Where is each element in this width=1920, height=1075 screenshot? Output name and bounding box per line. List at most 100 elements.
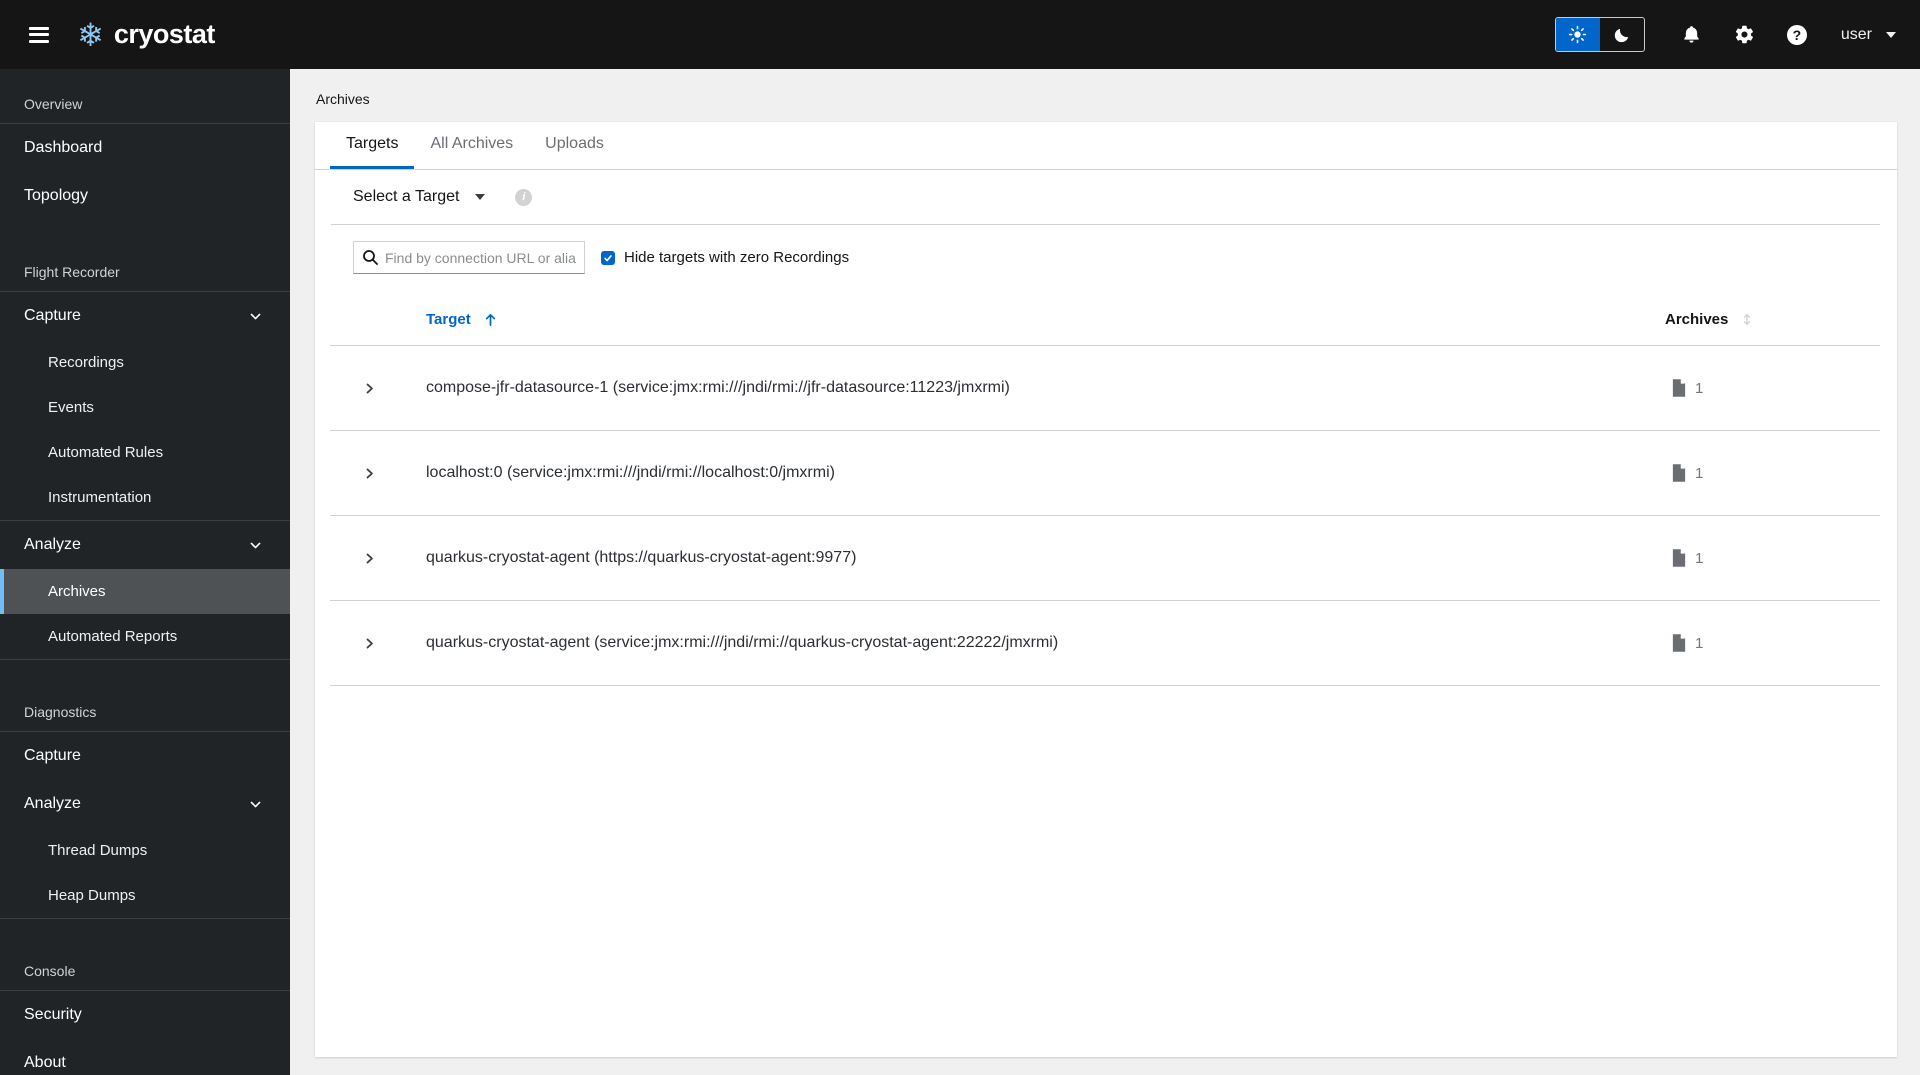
nav-item-label: Heap Dumps (48, 887, 136, 904)
nav-item-label: Thread Dumps (48, 842, 148, 859)
sort-ascending-icon (485, 313, 495, 326)
masthead-toolbar: ? user (1554, 17, 1896, 52)
table-row: compose-jfr-datasource-1 (service:jmx:rm… (330, 346, 1880, 431)
help-button[interactable]: ? (1785, 23, 1809, 47)
file-icon (1672, 464, 1686, 482)
sidebar-item-events[interactable]: Events (0, 385, 290, 430)
sidebar-item-archives[interactable]: Archives (0, 569, 290, 614)
caret-down-icon (1886, 31, 1896, 38)
nav-item-label: Capture (24, 747, 81, 764)
expand-row-button[interactable] (355, 459, 384, 488)
bell-icon (1684, 26, 1699, 43)
brand[interactable]: ❄ cryostat (77, 19, 215, 51)
target-select-toggle[interactable]: Select a Target (353, 188, 486, 206)
archives-card: Targets All Archives Uploads Select a Ta… (315, 122, 1897, 1057)
light-theme-button[interactable] (1555, 18, 1600, 51)
sidebar-item-diagnostics-capture[interactable]: Capture (0, 732, 290, 780)
sidebar-nav: Overview Dashboard Topology Flight Recor… (0, 69, 290, 1075)
nav-divider (0, 918, 290, 919)
target-cell: quarkus-cryostat-agent (https://quarkus-… (426, 549, 857, 566)
table-row: quarkus-cryostat-agent (https://quarkus-… (330, 516, 1880, 601)
nav-menu-toggle-button[interactable] (25, 17, 53, 52)
file-icon (1672, 549, 1686, 567)
search-box (353, 241, 585, 274)
toolbar: Hide targets with zero Recordings (315, 225, 1897, 290)
username-label: user (1840, 25, 1872, 43)
snowflake-logo-icon: ❄ (77, 15, 104, 54)
file-icon (1672, 634, 1686, 652)
sidebar-item-topology[interactable]: Topology (0, 172, 290, 220)
sidebar-group-analyze[interactable]: Analyze (0, 521, 290, 569)
sidebar-item-heap-dumps[interactable]: Heap Dumps (0, 873, 290, 918)
tab-uploads[interactable]: Uploads (529, 122, 620, 169)
sun-icon (1569, 25, 1587, 44)
nav-item-label: Archives (48, 583, 106, 600)
theme-toggle-group (1554, 17, 1645, 52)
sort-inactive-icon (1744, 313, 1751, 326)
sidebar-group-diagnostics-analyze[interactable]: Analyze (0, 780, 290, 828)
check-icon (604, 254, 612, 261)
info-icon[interactable]: i (515, 188, 533, 206)
nav-item-label: Analyze (24, 536, 81, 553)
archive-count: 1 (1695, 379, 1704, 397)
sidebar-item-dashboard[interactable]: Dashboard (0, 124, 290, 172)
sidebar-item-automated-rules[interactable]: Automated Rules (0, 430, 290, 475)
nav-item-label: Automated Reports (48, 628, 178, 645)
chevron-right-icon (366, 468, 373, 478)
sidebar-group-capture[interactable]: Capture (0, 292, 290, 340)
sidebar-item-security[interactable]: Security (0, 991, 290, 1039)
nav-item-label: Security (24, 1006, 82, 1023)
nav-section-console: Console (24, 963, 76, 979)
caret-down-icon (475, 194, 486, 200)
nav-item-label: Capture (24, 307, 81, 324)
sidebar-item-automated-reports[interactable]: Automated Reports (0, 614, 290, 659)
notifications-button[interactable] (1679, 22, 1704, 47)
archive-count: 1 (1695, 464, 1704, 482)
target-cell: localhost:0 (service:jmx:rmi:///jndi/rmi… (426, 464, 835, 481)
tab-targets[interactable]: Targets (330, 122, 415, 169)
hamburger-icon (29, 39, 49, 43)
table-row: localhost:0 (service:jmx:rmi:///jndi/rmi… (330, 431, 1880, 516)
brand-title: cryostat (113, 19, 216, 49)
search-input[interactable] (353, 241, 585, 274)
main-content: Archives Targets All Archives Uploads Se… (290, 69, 1920, 1075)
tab-all-archives[interactable]: All Archives (414, 122, 529, 169)
hide-targets-checkbox[interactable]: Hide targets with zero Recordings (601, 249, 849, 266)
sidebar-item-thread-dumps[interactable]: Thread Dumps (0, 828, 290, 873)
nav-section-flight-recorder: Flight Recorder (24, 264, 120, 280)
question-circle-icon: ? (1786, 24, 1807, 45)
column-header-archives[interactable]: Archives (1665, 311, 1754, 328)
chevron-right-icon (366, 383, 373, 393)
settings-button[interactable] (1732, 22, 1757, 47)
expand-row-button[interactable] (355, 629, 384, 658)
table-row: quarkus-cryostat-agent (service:jmx:rmi:… (330, 601, 1880, 686)
gear-icon (1735, 25, 1753, 44)
expand-row-button[interactable] (355, 374, 384, 403)
chevron-right-icon (366, 553, 373, 563)
chevron-down-icon (250, 313, 261, 319)
nav-item-label: Events (48, 399, 94, 416)
nav-item-label: About (24, 1054, 66, 1071)
hamburger-icon (29, 33, 49, 36)
masthead: ❄ cryostat ? user (0, 0, 1920, 69)
nav-section-diagnostics: Diagnostics (24, 704, 97, 720)
sidebar-item-instrumentation[interactable]: Instrumentation (0, 475, 290, 520)
target-cell: compose-jfr-datasource-1 (service:jmx:rm… (426, 379, 1010, 396)
moon-icon (1614, 28, 1629, 42)
table-header-row: Target Archives (330, 294, 1880, 346)
chevron-down-icon (250, 801, 261, 807)
expand-row-button[interactable] (355, 544, 384, 573)
search-icon (363, 250, 378, 265)
breadcrumb-item-archives: Archives (316, 91, 370, 107)
sidebar-item-about[interactable]: About (0, 1039, 290, 1075)
column-header-label: Target (426, 311, 471, 328)
file-icon (1672, 379, 1686, 397)
nav-item-label: Instrumentation (48, 489, 152, 506)
user-menu-dropdown[interactable]: user (1841, 26, 1896, 44)
dark-theme-button[interactable] (1600, 18, 1644, 51)
targets-table: Target Archives compose-jfr-datasource-1… (330, 294, 1880, 686)
archive-count: 1 (1695, 634, 1704, 652)
nav-item-label: Dashboard (24, 139, 103, 156)
column-header-target[interactable]: Target (426, 311, 498, 328)
sidebar-item-recordings[interactable]: Recordings (0, 340, 290, 385)
